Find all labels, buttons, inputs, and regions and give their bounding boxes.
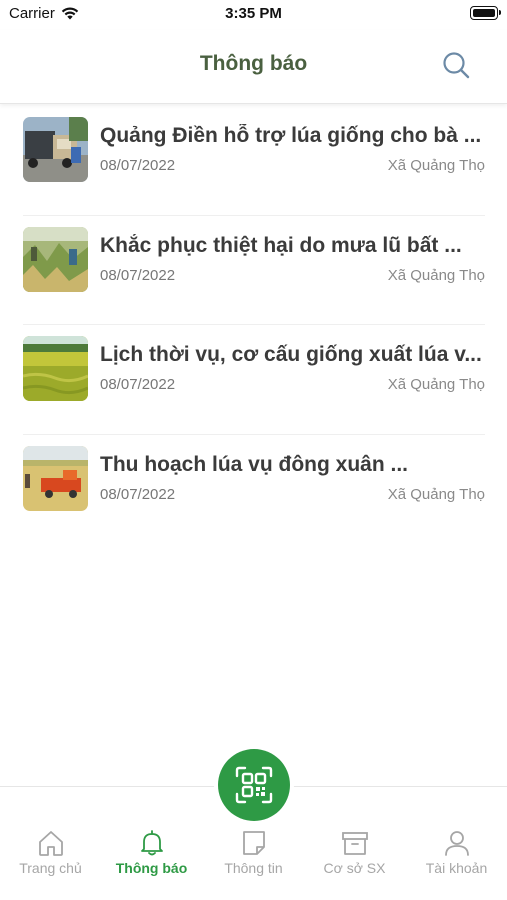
- news-list: Quảng Điền hỗ trợ lúa giống cho bà ... 0…: [0, 106, 507, 544]
- news-item[interactable]: Lịch thời vụ, cơ cấu giống xuất lúa v...…: [23, 325, 485, 435]
- news-thumbnail: [23, 226, 88, 292]
- archive-box-icon: [341, 832, 368, 855]
- news-thumbnail: [23, 117, 88, 182]
- rice-harvest-photo: [23, 445, 88, 511]
- tab-label: Cơ sở SX: [323, 860, 386, 876]
- qr-scan-icon: [235, 766, 273, 804]
- news-date: 08/07/2022: [100, 266, 176, 284]
- search-icon: [443, 52, 470, 79]
- tab-label: Thông tin: [224, 860, 283, 876]
- news-source: Xã Quảng Thọ: [387, 376, 485, 393]
- user-icon: [444, 831, 469, 856]
- tab-home[interactable]: Trang chủ: [0, 828, 101, 888]
- rice-field-photo: [23, 336, 88, 401]
- status-time: 3:35 PM: [225, 5, 282, 22]
- status-bar: Carrier 3:35 PM: [0, 0, 507, 30]
- tab-account[interactable]: Tài khoản: [406, 828, 507, 888]
- news-title: Lịch thời vụ, cơ cấu giống xuất lúa v...: [100, 343, 482, 366]
- tab-production-facility[interactable]: Cơ sở SX: [304, 828, 405, 888]
- news-thumbnail: [23, 336, 88, 401]
- truck-rice-photo: [23, 117, 88, 182]
- battery-icon: [470, 6, 501, 20]
- news-date: 08/07/2022: [100, 157, 176, 174]
- news-source: Xã Quảng Thọ: [387, 157, 485, 174]
- news-title: Thu hoạch lúa vụ đông xuân ...: [100, 452, 409, 476]
- home-icon: [38, 831, 63, 856]
- bell-icon: [140, 830, 163, 856]
- tab-label: Thông báo: [115, 860, 188, 876]
- page-title: Thông báo: [199, 52, 308, 75]
- news-date: 08/07/2022: [100, 376, 176, 393]
- news-item[interactable]: Khắc phục thiệt hại do mưa lũ bất ... 08…: [23, 216, 485, 325]
- news-item[interactable]: Thu hoạch lúa vụ đông xuân ... 08/07/202…: [23, 435, 485, 545]
- tab-info[interactable]: Thông tin: [203, 828, 304, 888]
- news-title: Khắc phục thiệt hại do mưa lũ bất ...: [100, 233, 462, 257]
- news-date: 08/07/2022: [100, 485, 176, 503]
- navigation-header: Thông báo: [0, 30, 507, 104]
- tab-notifications[interactable]: Thông báo: [101, 828, 202, 888]
- news-source: Xã Quảng Thọ: [387, 485, 485, 503]
- note-icon: [242, 831, 265, 855]
- news-item[interactable]: Quảng Điền hỗ trợ lúa giống cho bà ... 0…: [23, 106, 485, 216]
- flooded-rice-photo: [23, 226, 88, 292]
- search-button[interactable]: [441, 50, 471, 80]
- news-title: Quảng Điền hỗ trợ lúa giống cho bà ...: [100, 124, 482, 147]
- tab-label: Trang chủ: [19, 860, 82, 876]
- news-source: Xã Quảng Thọ: [387, 266, 485, 284]
- tab-label: Tài khoản: [425, 860, 488, 876]
- qr-scan-button[interactable]: [218, 749, 290, 821]
- news-thumbnail: [23, 445, 88, 511]
